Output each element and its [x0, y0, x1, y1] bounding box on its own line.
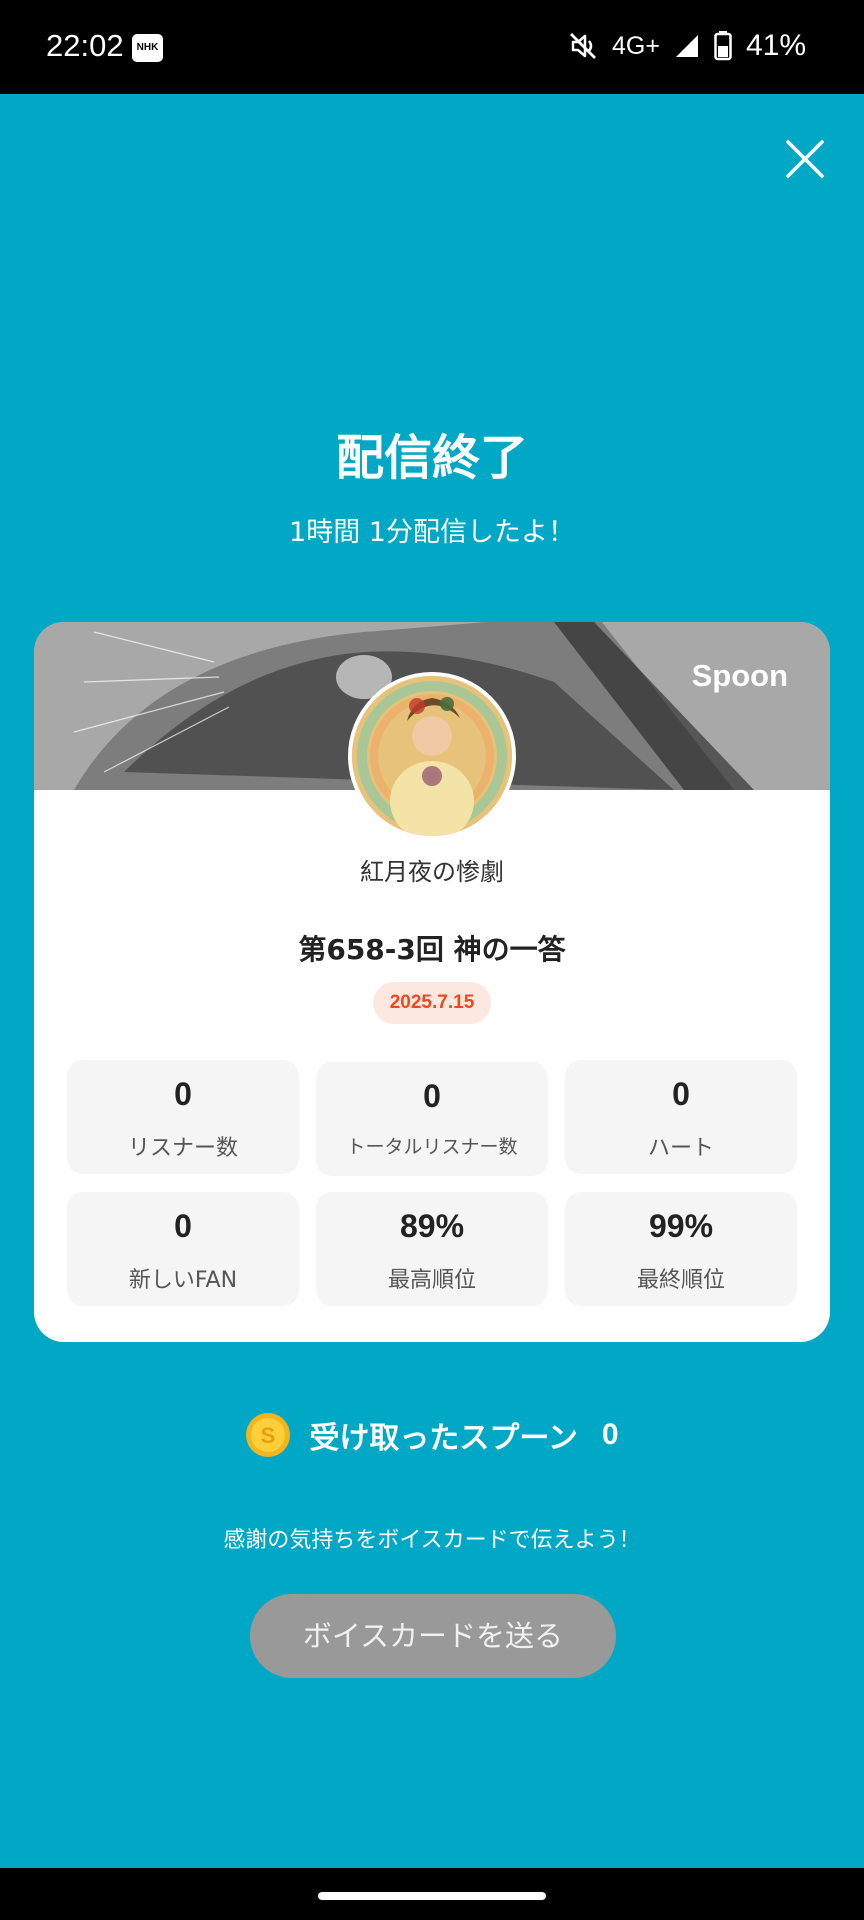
spoons-label: 受け取ったスプーン — [309, 1421, 578, 1456]
stat-highest-rank: 89% 最高順位 — [316, 1192, 548, 1306]
stat-label: リスナー数 — [127, 1136, 238, 1161]
stat-value: 0 — [174, 1208, 192, 1244]
username: 紅月夜の惨劇 — [360, 858, 504, 886]
stat-new-fans: 0 新しいFAN — [67, 1192, 299, 1306]
spoons-count: 0 — [601, 1418, 619, 1451]
stat-label: 最高順位 — [387, 1268, 476, 1293]
stat-value: 89% — [399, 1208, 465, 1244]
stat-hearts: 0 ハート — [565, 1060, 797, 1174]
stat-label: 最終順位 — [636, 1268, 725, 1293]
spoons-received: S 受け取ったスプーン 0 — [0, 1410, 864, 1460]
mute-icon — [568, 31, 598, 61]
avatar[interactable] — [348, 672, 516, 840]
coin-letter: S — [261, 1423, 276, 1448]
stat-value: 0 — [672, 1076, 690, 1112]
avatar-image — [352, 676, 512, 836]
broadcast-duration: 1時間 1分配信したよ！ — [289, 517, 575, 548]
live-title: 第658-3回 神の一答 — [298, 933, 566, 966]
status-bar: 22:02 NHK 4G+ 41% — [0, 0, 864, 94]
signal-icon — [674, 33, 700, 59]
send-voicecard-button[interactable]: ボイスカードを送る — [250, 1594, 616, 1678]
stat-label: ハート — [647, 1136, 714, 1161]
spoon-coin-icon: S — [246, 1413, 291, 1457]
stat-final-rank: 99% 最終順位 — [565, 1192, 797, 1306]
broadcast-summary-card: Spoon 紅月夜の惨劇 第658-3回 神の一答 2025.7.15 0 リス… — [34, 622, 830, 1342]
stat-label: 新しいFAN — [128, 1268, 238, 1293]
stat-value: 99% — [648, 1208, 714, 1244]
stat-value: 0 — [174, 1076, 192, 1112]
navigation-bar — [0, 1868, 864, 1920]
date-badge: 2025.7.15 — [373, 982, 491, 1024]
close-button[interactable] — [780, 134, 830, 184]
stat-total-listeners: 0 トータルリスナー数 — [316, 1062, 548, 1176]
status-icons: 4G+ 41% — [568, 28, 806, 64]
stat-label: トータルリスナー数 — [346, 1136, 518, 1158]
thanks-message: 感謝の気持ちをボイスカードで伝えよう！ — [223, 1528, 641, 1553]
stat-value: 0 — [423, 1078, 441, 1114]
status-time: 22:02 — [46, 28, 124, 63]
close-icon — [786, 140, 824, 178]
nhk-icon: NHK — [132, 34, 163, 62]
battery-percent: 41% — [745, 29, 806, 62]
home-handle[interactable] — [318, 1892, 546, 1900]
battery-icon — [714, 31, 732, 61]
spoon-logo: Spoon — [691, 658, 788, 693]
stat-listeners: 0 リスナー数 — [67, 1060, 299, 1174]
network-label: 4G+ — [612, 31, 660, 60]
page-title: 配信終了 — [335, 430, 528, 486]
